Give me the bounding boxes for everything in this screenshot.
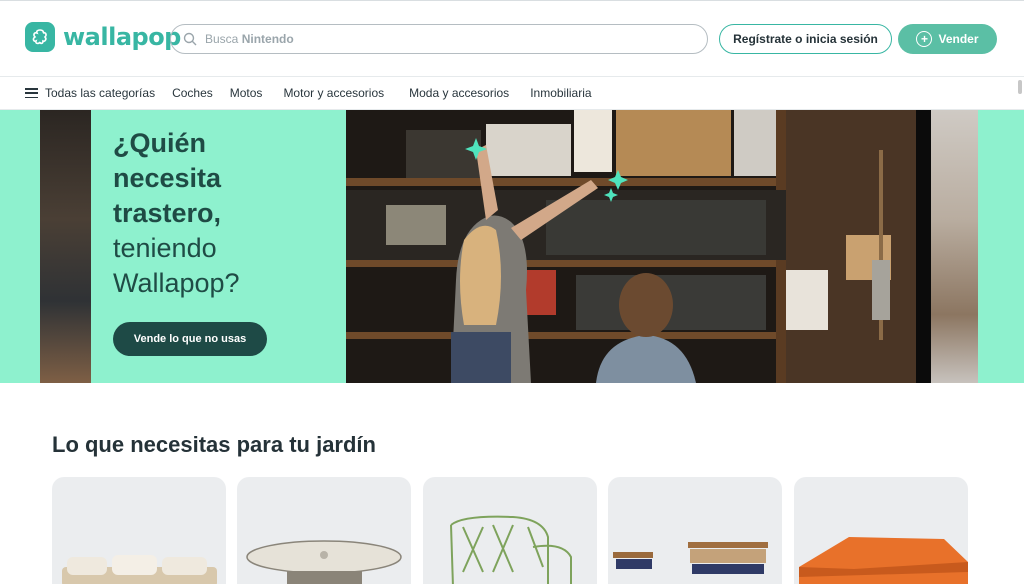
nav-item-motos[interactable]: Motos xyxy=(230,86,263,100)
section-title: Lo que necesitas para tu jardín xyxy=(52,432,376,457)
gazebo-image xyxy=(799,537,968,584)
header: wallapop Busca Nintendo Regístrate o ini… xyxy=(0,0,1024,76)
banner-photo xyxy=(346,110,931,383)
headline-line-5: Wallapop? xyxy=(113,268,240,298)
wire-chair-image xyxy=(450,515,572,584)
headline-line-2: necesita xyxy=(113,163,222,193)
sell-unused-button[interactable]: Vende lo que no usas xyxy=(113,322,267,356)
nav-item-moda-accesorios[interactable]: Moda y accesorios xyxy=(409,86,509,100)
product-card-bench-set[interactable] xyxy=(608,477,782,584)
search-icon xyxy=(183,32,197,46)
sell-button[interactable]: + Vender xyxy=(898,24,997,54)
headline-line-4: teniendo xyxy=(113,233,217,263)
product-card-sofa[interactable] xyxy=(52,477,226,584)
headline-line-1: ¿Quién xyxy=(113,128,206,158)
wallapop-logo[interactable]: wallapop xyxy=(25,22,181,52)
product-card-wire-chair[interactable] xyxy=(423,477,597,584)
scrollbar-thumb[interactable] xyxy=(1018,80,1022,94)
nav-all-categories[interactable]: Todas las categorías xyxy=(25,86,155,100)
product-card-round-table[interactable] xyxy=(237,477,411,584)
sell-button-label: Vender xyxy=(938,32,979,46)
round-table-image xyxy=(246,540,402,584)
headline-line-3: trastero, xyxy=(113,198,222,228)
category-nav: Todas las categorías Coches Motos Motor … xyxy=(0,76,1024,110)
bench-set-image xyxy=(613,542,768,574)
nav-all-categories-label: Todas las categorías xyxy=(45,86,156,100)
sofa-image xyxy=(62,555,217,584)
banner-headline: ¿Quién necesita trastero, teniendo Walla… xyxy=(113,126,343,301)
login-button[interactable]: Regístrate o inicia sesión xyxy=(719,24,892,54)
nav-item-motor-accesorios[interactable]: Motor y accesorios xyxy=(283,86,384,100)
search-placeholder: Busca Nintendo xyxy=(205,32,294,46)
menu-icon xyxy=(25,88,38,98)
banner-photo-left-edge xyxy=(40,110,91,383)
plus-circle-icon: + xyxy=(916,31,933,47)
nav-item-inmobiliaria[interactable]: Inmobiliaria xyxy=(530,86,591,100)
logo-text: wallapop xyxy=(63,23,181,51)
banner-photo-right-edge xyxy=(931,110,978,383)
search-input[interactable]: Busca Nintendo xyxy=(170,24,708,54)
logo-icon xyxy=(25,22,55,52)
nav-item-coches[interactable]: Coches xyxy=(172,86,213,100)
product-card-gazebo[interactable] xyxy=(794,477,968,584)
